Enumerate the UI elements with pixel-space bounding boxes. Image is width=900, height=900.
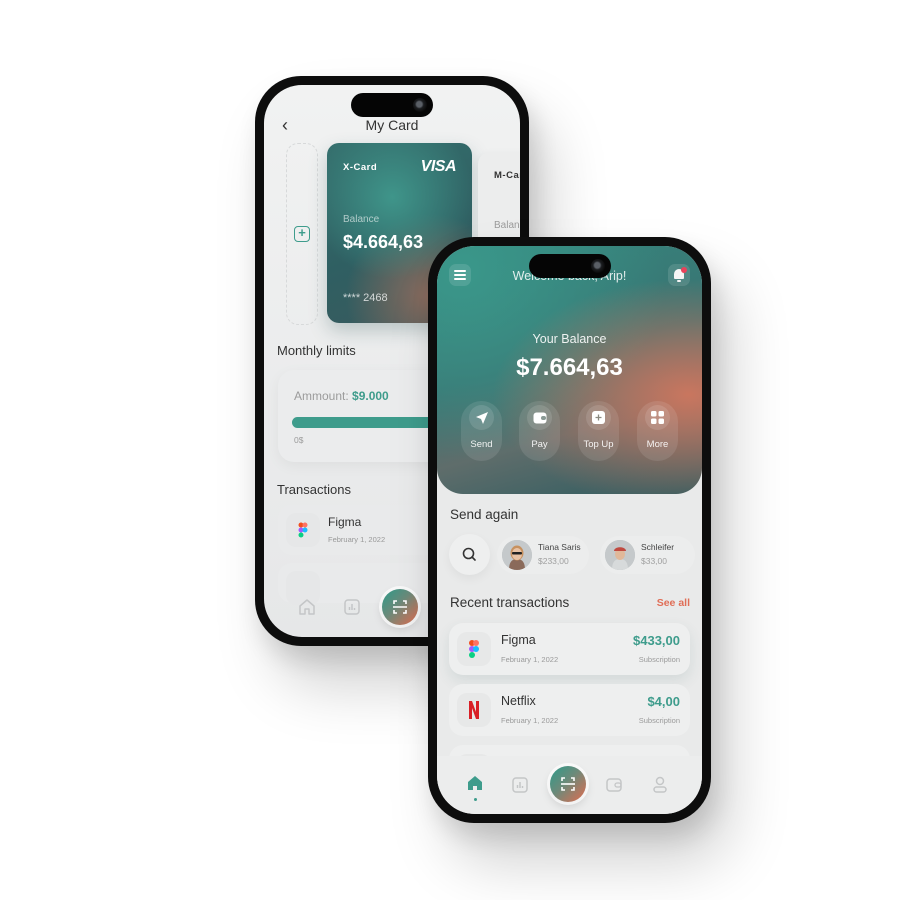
pay-label: Pay bbox=[531, 439, 548, 450]
chart-icon[interactable] bbox=[342, 597, 362, 617]
contact-amount: $33,00 bbox=[641, 556, 667, 566]
user-icon[interactable] bbox=[650, 775, 670, 795]
avatar bbox=[502, 540, 532, 570]
transaction-category: Subscription bbox=[638, 716, 680, 725]
card-number: **** 2468 bbox=[343, 292, 388, 304]
figma-logo bbox=[457, 632, 491, 666]
amount-value: $9.000 bbox=[352, 389, 389, 403]
transaction-name: Figma bbox=[328, 515, 362, 529]
netflix-logo bbox=[457, 693, 491, 727]
figma-logo bbox=[286, 513, 320, 547]
balance-label: Your Balance bbox=[532, 332, 607, 346]
search-contacts-button[interactable] bbox=[449, 534, 490, 575]
scan-button[interactable] bbox=[550, 766, 586, 802]
transaction-date: February 1, 2022 bbox=[501, 716, 559, 725]
send-again-title: Send again bbox=[450, 507, 519, 522]
plus-square-icon bbox=[586, 405, 611, 430]
monthly-limits-title: Monthly limits bbox=[277, 343, 356, 358]
transaction-date: February 1, 2022 bbox=[501, 655, 559, 664]
transaction-amount: $433,00 bbox=[633, 633, 680, 648]
more-button[interactable]: More bbox=[637, 401, 678, 461]
grid-icon bbox=[645, 405, 670, 430]
phone-home: Welcome back, Arip! Your Balance $7.664,… bbox=[428, 237, 711, 823]
contact-name: Schleifer bbox=[641, 542, 675, 552]
balance-hero: Welcome back, Arip! Your Balance $7.664,… bbox=[437, 246, 702, 494]
slider-min-label: 0$ bbox=[294, 435, 304, 445]
bell-icon[interactable] bbox=[668, 264, 690, 286]
contact-chip[interactable]: Schleifer $33,00 bbox=[600, 536, 695, 574]
add-card-slot[interactable]: + bbox=[286, 143, 318, 325]
balance-amount: $7.664,63 bbox=[516, 354, 623, 381]
page-title: My Card bbox=[365, 117, 419, 133]
transaction-name: Netflix bbox=[501, 694, 536, 708]
send-label: Send bbox=[470, 439, 493, 450]
amount-label: Ammount: $9.000 bbox=[294, 389, 389, 403]
pay-button[interactable]: Pay bbox=[519, 401, 560, 461]
top-up-label: Top Up bbox=[583, 439, 614, 450]
home-screen: Welcome back, Arip! Your Balance $7.664,… bbox=[437, 246, 702, 814]
active-indicator bbox=[473, 798, 477, 801]
transaction-name: Figma bbox=[501, 633, 536, 647]
chart-icon[interactable] bbox=[510, 775, 530, 795]
search-icon bbox=[462, 547, 476, 561]
scan-icon bbox=[393, 600, 407, 614]
transaction-amount: $4,00 bbox=[647, 694, 680, 709]
amount-label-text: Ammount: bbox=[294, 389, 349, 403]
top-up-button[interactable]: Top Up bbox=[578, 401, 619, 461]
notification-badge bbox=[681, 267, 687, 273]
card-balance-label: Balance bbox=[343, 214, 380, 225]
transaction-item[interactable]: Figma February 1, 2022 $433,00 Subscript… bbox=[449, 623, 690, 675]
wallet-icon bbox=[527, 405, 552, 430]
visa-logo: VISA bbox=[420, 158, 457, 175]
home-icon[interactable] bbox=[297, 597, 317, 617]
contact-amount: $233,00 bbox=[538, 556, 569, 566]
card-balance-label: Balance bbox=[494, 220, 520, 231]
scan-button[interactable] bbox=[382, 589, 418, 625]
transaction-category: Subscription bbox=[638, 655, 680, 664]
contact-name: Tiana Saris bbox=[538, 542, 581, 552]
send-button[interactable]: Send bbox=[461, 401, 502, 461]
card-balance: $4.664,63 bbox=[343, 232, 424, 252]
more-label: More bbox=[646, 439, 669, 450]
transactions-title: Transactions bbox=[277, 482, 351, 497]
dynamic-island bbox=[351, 93, 433, 117]
camera-icon bbox=[413, 98, 427, 112]
plus-square-icon[interactable]: + bbox=[294, 226, 310, 242]
scan-icon bbox=[561, 777, 575, 791]
transaction-date: February 1, 2022 bbox=[328, 535, 386, 544]
wallet-icon[interactable] bbox=[604, 775, 624, 795]
bottom-nav bbox=[437, 756, 702, 814]
contact-chip[interactable]: Tiana Saris $233,00 bbox=[497, 536, 589, 574]
dynamic-island bbox=[528, 254, 611, 278]
home-icon[interactable] bbox=[465, 773, 485, 793]
recent-transactions-title: Recent transactions bbox=[450, 595, 570, 610]
avatar bbox=[605, 540, 635, 570]
see-all-link[interactable]: See all bbox=[657, 597, 690, 609]
card-name: X-Card bbox=[343, 162, 378, 173]
camera-icon bbox=[590, 259, 605, 273]
send-icon bbox=[469, 405, 494, 430]
card-name: M-Card bbox=[494, 170, 520, 181]
transaction-item[interactable]: Netflix February 1, 2022 $4,00 Subscript… bbox=[449, 684, 690, 736]
